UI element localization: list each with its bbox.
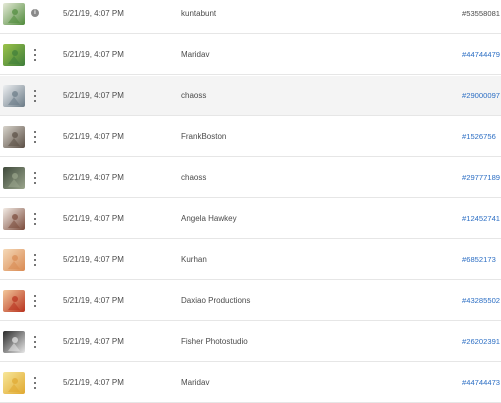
asset-id-link[interactable]: #12452741 [462,199,500,239]
more-vertical-icon[interactable] [30,88,40,104]
table-row[interactable]: 5/21/19, 4:07 PM Maridav #44744473 [0,363,501,403]
row-author: Angela Hawkey [181,214,237,223]
table-row[interactable]: 5/21/19, 4:07 PM chaoss #29000097 [0,76,501,116]
table-row[interactable]: 5/21/19, 4:07 PM FrankBoston #1526756 [0,117,501,157]
row-date: 5/21/19, 4:07 PM [63,296,124,305]
row-author: Fisher Photostudio [181,337,248,346]
asset-thumbnail[interactable] [3,208,25,230]
row-date: 5/21/19, 4:07 PM [63,214,124,223]
row-date: 5/21/19, 4:07 PM [63,132,124,141]
asset-id-link[interactable]: #26202391 [462,322,500,362]
asset-thumbnail[interactable] [3,44,25,66]
asset-thumbnail[interactable] [3,167,25,189]
asset-id-link[interactable]: #43285502 [462,281,500,321]
row-author: Kurhan [181,255,207,264]
table-row[interactable]: 5/21/19, 4:07 PM Fisher Photostudio #26202… [0,322,501,362]
asset-thumbnail[interactable] [3,3,25,25]
row-date: 5/21/19, 4:07 PM [63,50,124,59]
asset-id-link[interactable]: #29777189 [462,158,500,198]
row-date: 5/21/19, 4:07 PM [63,378,124,387]
asset-id-link: #53558081 [462,9,501,18]
more-vertical-icon[interactable] [30,129,40,145]
row-author: Maridav [181,50,210,59]
table-row[interactable]: 5/21/19, 4:07 PM Maridav #44744479 [0,35,501,75]
more-vertical-icon[interactable] [30,47,40,63]
more-vertical-icon[interactable] [30,375,40,391]
row-author: FrankBoston [181,132,227,141]
row-date: 5/21/19, 4:07 PM [63,91,124,100]
asset-thumbnail[interactable] [3,85,25,107]
more-vertical-icon[interactable] [30,293,40,309]
row-author: kuntabunt [181,9,217,18]
row-author: chaoss [181,91,207,100]
row-author: Daxiao Productions [181,296,251,305]
asset-thumbnail[interactable] [3,372,25,394]
row-date: 5/21/19, 4:07 PM [63,173,124,182]
more-vertical-icon[interactable] [30,334,40,350]
asset-id-link[interactable]: #44744479 [462,35,500,75]
more-vertical-icon[interactable] [30,252,40,268]
asset-thumbnail[interactable] [3,126,25,148]
row-date: 5/21/19, 4:07 PM [63,9,124,18]
table-row[interactable]: 5/21/19, 4:07 PM Angela Hawkey #12452741 [0,199,501,239]
row-date: 5/21/19, 4:07 PM [63,337,124,346]
more-vertical-icon[interactable] [30,170,40,186]
row-author: Maridav [181,378,210,387]
row-author: chaoss [181,173,207,182]
table-row[interactable]: i 5/21/19, 4:07 PM kuntabunt #53558081 [0,0,501,34]
asset-thumbnail[interactable] [3,249,25,271]
asset-id-link[interactable]: #1526756 [462,117,496,157]
more-vertical-icon[interactable] [30,211,40,227]
table-row[interactable]: 5/21/19, 4:07 PM chaoss #29777189 [0,158,501,198]
asset-id-link[interactable]: #44744473 [462,363,500,403]
info-icon[interactable]: i [31,9,39,17]
table-row[interactable]: 5/21/19, 4:07 PM Kurhan #6852173 [0,240,501,280]
asset-id-link[interactable]: #29000097 [462,76,500,116]
asset-id-link[interactable]: #6852173 [462,240,496,280]
row-date: 5/21/19, 4:07 PM [63,255,124,264]
asset-thumbnail[interactable] [3,331,25,353]
asset-thumbnail[interactable] [3,290,25,312]
table-row[interactable]: 5/21/19, 4:07 PM Daxiao Productions #43285… [0,281,501,321]
